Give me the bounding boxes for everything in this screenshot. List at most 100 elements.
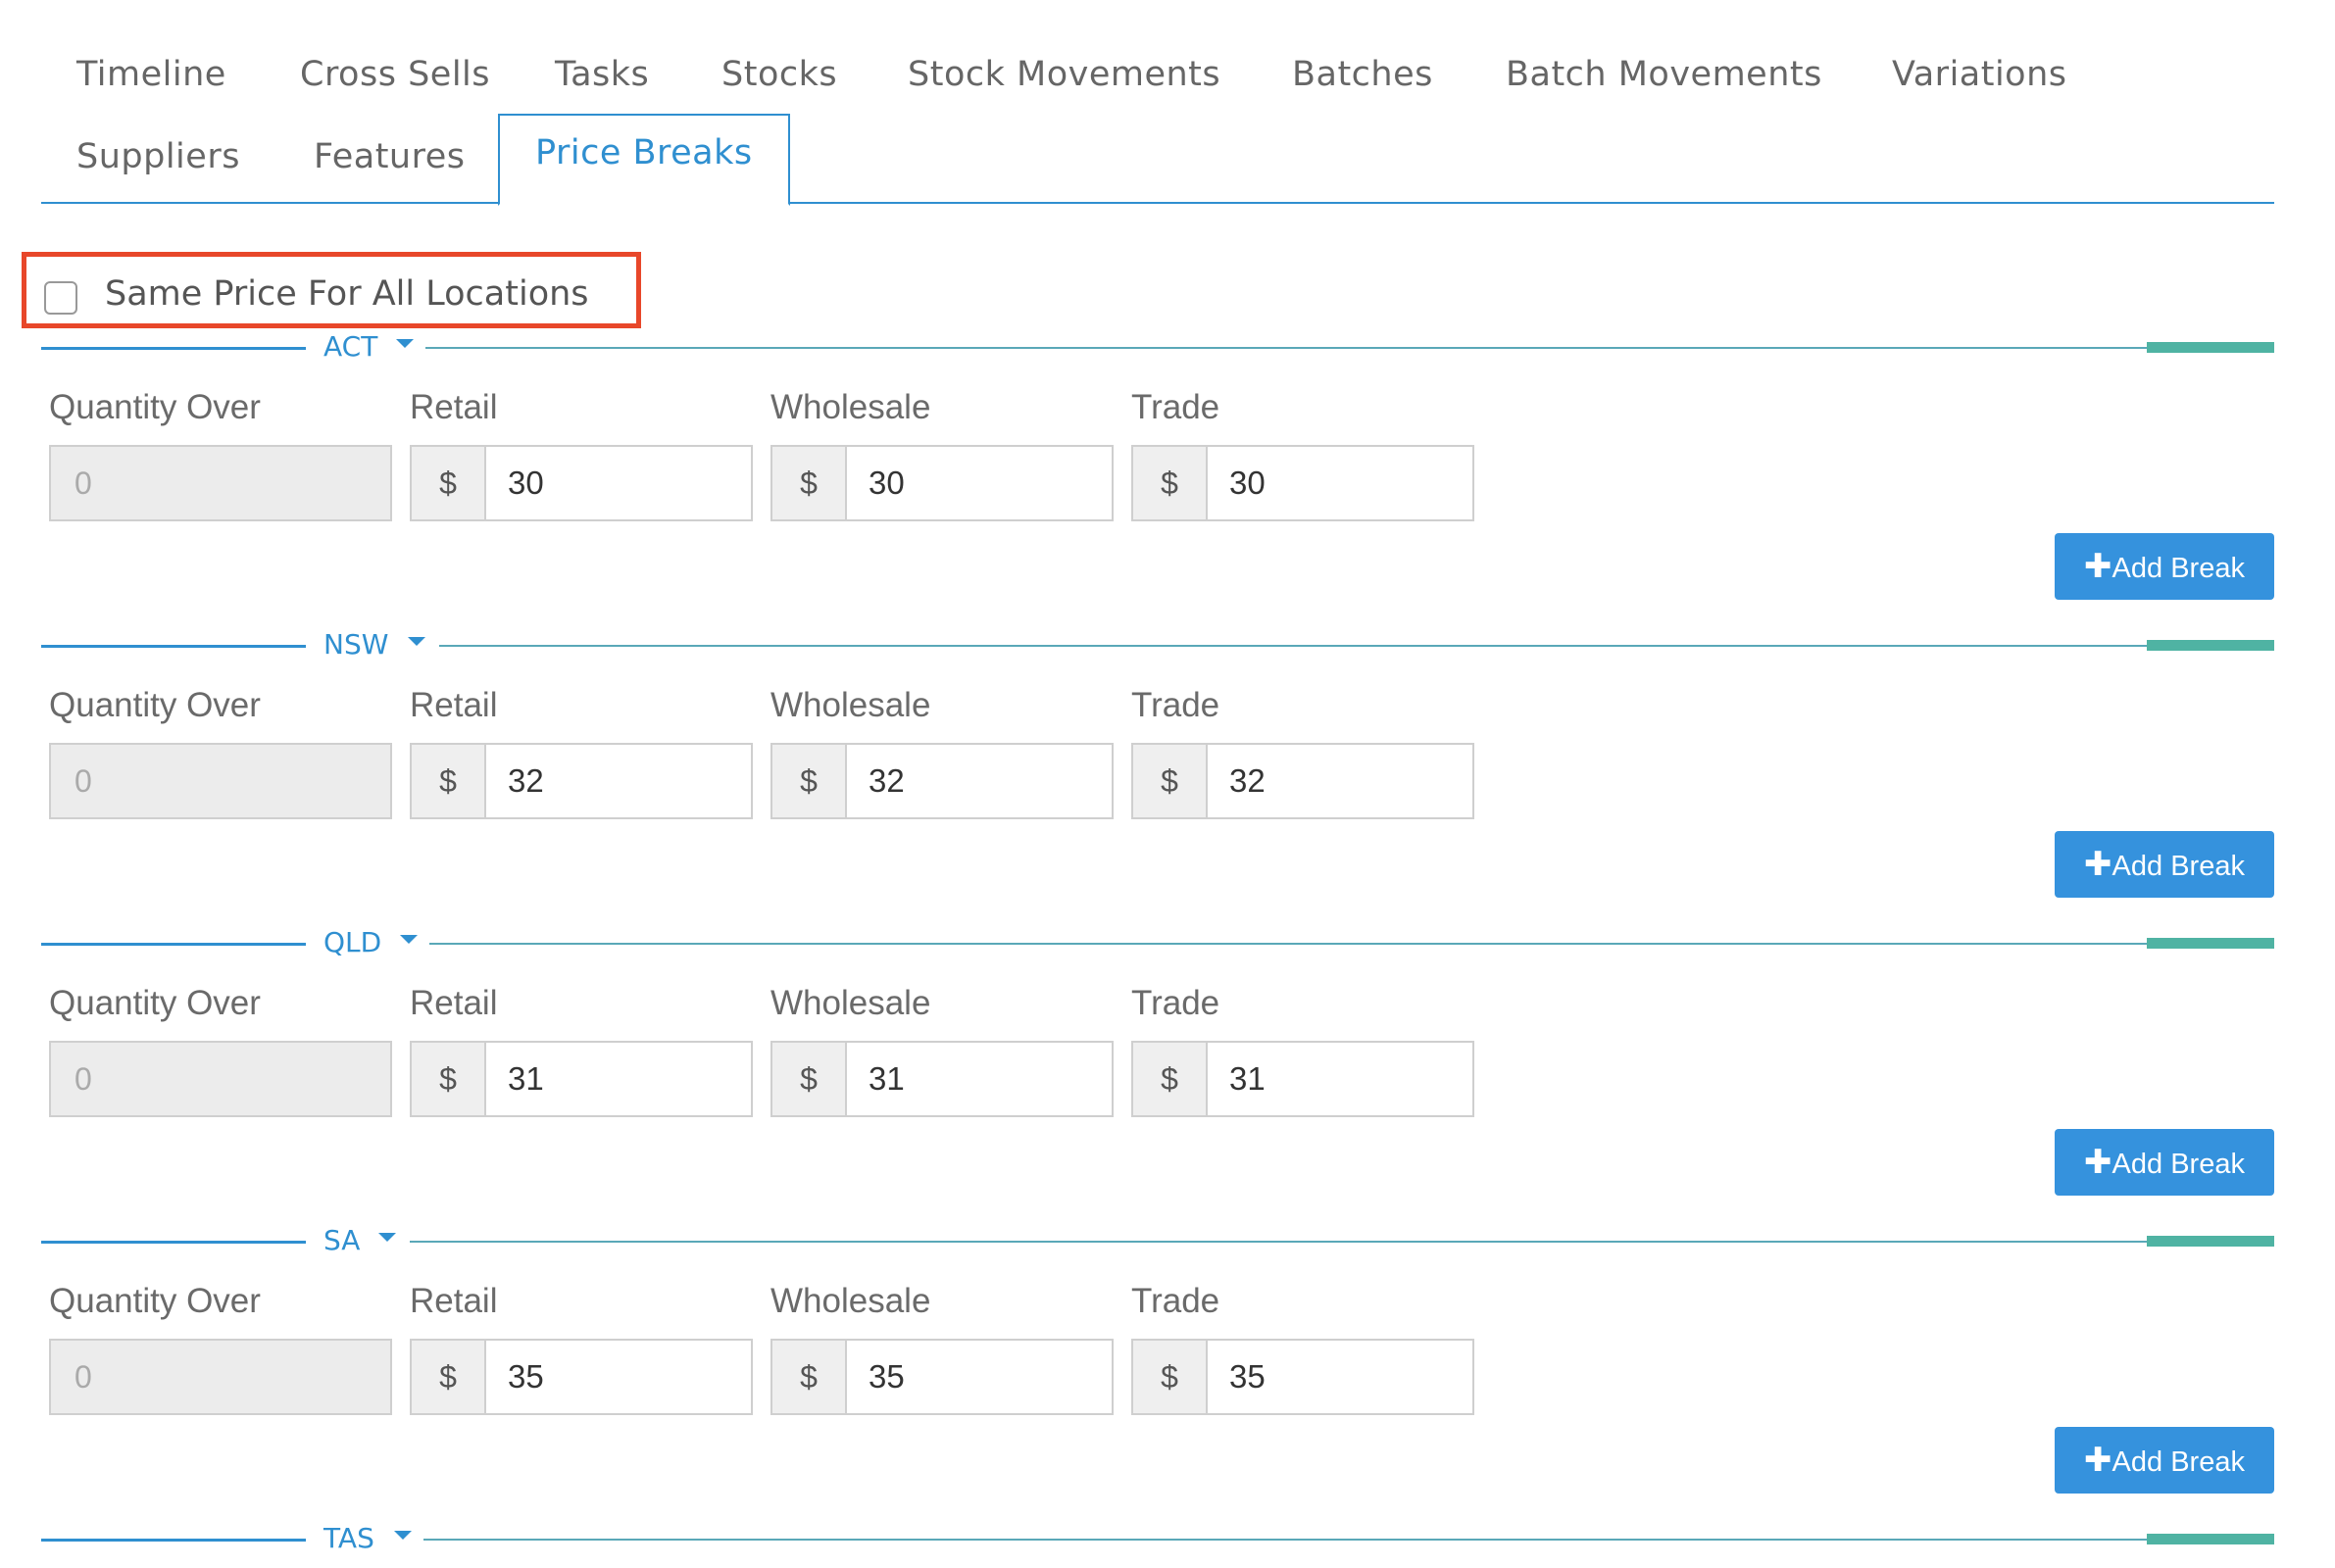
- wholesale-label: Wholesale: [770, 388, 931, 426]
- trade-price-input[interactable]: 31: [1229, 1043, 1266, 1115]
- tab-tasks[interactable]: Tasks: [555, 55, 649, 94]
- location-section-sa: SA Quantity Over Retail Wholesale Trade …: [41, 1224, 2274, 1535]
- caret-down-icon[interactable]: [394, 1531, 412, 1540]
- wholesale-price-input[interactable]: 32: [869, 745, 905, 817]
- wholesale-price-field[interactable]: $ 31: [770, 1041, 1114, 1117]
- location-section-nsw: NSW Quantity Over Retail Wholesale Trade…: [41, 628, 2274, 939]
- trade-price-field[interactable]: $ 35: [1131, 1339, 1474, 1415]
- tab-batch-movements[interactable]: Batch Movements: [1506, 55, 1822, 94]
- dollar-addon: $: [1133, 1043, 1208, 1115]
- dollar-addon: $: [412, 1043, 486, 1115]
- section-accent-bar: [2147, 640, 2274, 651]
- section-divider: [41, 645, 306, 648]
- quantity-over-input: 0: [49, 1339, 392, 1415]
- wholesale-price-input[interactable]: 35: [869, 1341, 905, 1413]
- tab-timeline[interactable]: Timeline: [76, 55, 226, 94]
- wholesale-price-field[interactable]: $ 35: [770, 1339, 1114, 1415]
- tab-batches[interactable]: Batches: [1292, 55, 1433, 94]
- add-break-button[interactable]: ✚Add Break: [2055, 1129, 2274, 1196]
- retail-price-field[interactable]: $ 35: [410, 1339, 753, 1415]
- trade-label: Trade: [1131, 984, 1220, 1022]
- quantity-over-label: Quantity Over: [49, 686, 261, 724]
- tab-bar: Timeline Cross Sells Tasks Stocks Stock …: [41, 0, 2274, 206]
- trade-price-field[interactable]: $ 30: [1131, 445, 1474, 521]
- wholesale-price-input[interactable]: 30: [869, 447, 905, 519]
- add-break-button[interactable]: ✚Add Break: [2055, 1427, 2274, 1494]
- quantity-over-input: 0: [49, 743, 392, 819]
- trade-label: Trade: [1131, 1282, 1220, 1320]
- location-section-act: ACT Quantity Over Retail Wholesale Trade…: [41, 330, 2274, 641]
- trade-price-input[interactable]: 32: [1229, 745, 1266, 817]
- tab-cross-sells[interactable]: Cross Sells: [300, 55, 490, 94]
- add-break-label: Add Break: [2111, 851, 2245, 882]
- plus-icon: ✚: [2084, 1144, 2112, 1181]
- section-accent-bar: [2147, 1534, 2274, 1544]
- location-name[interactable]: NSW: [323, 628, 388, 661]
- wholesale-price-field[interactable]: $ 32: [770, 743, 1114, 819]
- same-price-option: Same Price For All Locations: [22, 252, 641, 328]
- location-name[interactable]: SA: [323, 1224, 360, 1256]
- retail-price-field[interactable]: $ 31: [410, 1041, 753, 1117]
- trade-price-field[interactable]: $ 32: [1131, 743, 1474, 819]
- dollar-addon: $: [772, 745, 847, 817]
- wholesale-label: Wholesale: [770, 984, 931, 1022]
- quantity-over-input: 0: [49, 445, 392, 521]
- add-break-label: Add Break: [2111, 1446, 2245, 1478]
- quantity-over-label: Quantity Over: [49, 1282, 261, 1320]
- retail-price-input[interactable]: 32: [508, 745, 544, 817]
- retail-price-input[interactable]: 31: [508, 1043, 544, 1115]
- dollar-addon: $: [1133, 745, 1208, 817]
- section-accent-bar: [2147, 1236, 2274, 1247]
- trade-price-input[interactable]: 30: [1229, 447, 1266, 519]
- wholesale-price-input[interactable]: 31: [869, 1043, 905, 1115]
- retail-price-field[interactable]: $ 32: [410, 743, 753, 819]
- same-price-checkbox[interactable]: [44, 281, 77, 315]
- trade-price-field[interactable]: $ 31: [1131, 1041, 1474, 1117]
- caret-down-icon[interactable]: [396, 339, 414, 348]
- section-accent-bar: [2147, 342, 2274, 353]
- tab-suppliers[interactable]: Suppliers: [76, 137, 240, 176]
- section-divider: [41, 1539, 306, 1542]
- add-break-label: Add Break: [2111, 553, 2245, 584]
- tab-variations[interactable]: Variations: [1892, 55, 2067, 94]
- quantity-over-label: Quantity Over: [49, 388, 261, 426]
- retail-label: Retail: [410, 984, 498, 1022]
- dollar-addon: $: [1133, 447, 1208, 519]
- dollar-addon: $: [772, 1341, 847, 1413]
- tab-stock-movements[interactable]: Stock Movements: [908, 55, 1220, 94]
- section-divider: [41, 1241, 306, 1244]
- wholesale-price-field[interactable]: $ 30: [770, 445, 1114, 521]
- plus-icon: ✚: [2084, 548, 2112, 585]
- location-name[interactable]: TAS: [323, 1522, 374, 1554]
- wholesale-label: Wholesale: [770, 1282, 931, 1320]
- tab-features[interactable]: Features: [314, 137, 466, 176]
- caret-down-icon[interactable]: [378, 1233, 396, 1242]
- location-section-qld: QLD Quantity Over Retail Wholesale Trade…: [41, 926, 2274, 1237]
- section-accent-bar: [2147, 938, 2274, 949]
- retail-price-field[interactable]: $ 30: [410, 445, 753, 521]
- trade-price-input[interactable]: 35: [1229, 1341, 1266, 1413]
- add-break-label: Add Break: [2111, 1149, 2245, 1180]
- retail-label: Retail: [410, 686, 498, 724]
- plus-icon: ✚: [2084, 1442, 2112, 1479]
- dollar-addon: $: [412, 447, 486, 519]
- tab-price-breaks[interactable]: Price Breaks: [498, 114, 790, 206]
- tab-stocks[interactable]: Stocks: [721, 55, 837, 94]
- location-name[interactable]: QLD: [323, 926, 381, 958]
- quantity-over-label: Quantity Over: [49, 984, 261, 1022]
- add-break-button[interactable]: ✚Add Break: [2055, 533, 2274, 600]
- caret-down-icon[interactable]: [400, 935, 418, 944]
- add-break-button[interactable]: ✚Add Break: [2055, 831, 2274, 898]
- retail-price-input[interactable]: 30: [508, 447, 544, 519]
- section-divider: [429, 943, 2274, 945]
- dollar-addon: $: [1133, 1341, 1208, 1413]
- section-divider: [41, 943, 306, 946]
- trade-label: Trade: [1131, 388, 1220, 426]
- plus-icon: ✚: [2084, 846, 2112, 883]
- section-divider: [41, 347, 306, 350]
- same-price-label[interactable]: Same Price For All Locations: [105, 274, 589, 314]
- location-name[interactable]: ACT: [323, 330, 377, 363]
- retail-price-input[interactable]: 35: [508, 1341, 544, 1413]
- caret-down-icon[interactable]: [408, 637, 425, 646]
- quantity-over-input: 0: [49, 1041, 392, 1117]
